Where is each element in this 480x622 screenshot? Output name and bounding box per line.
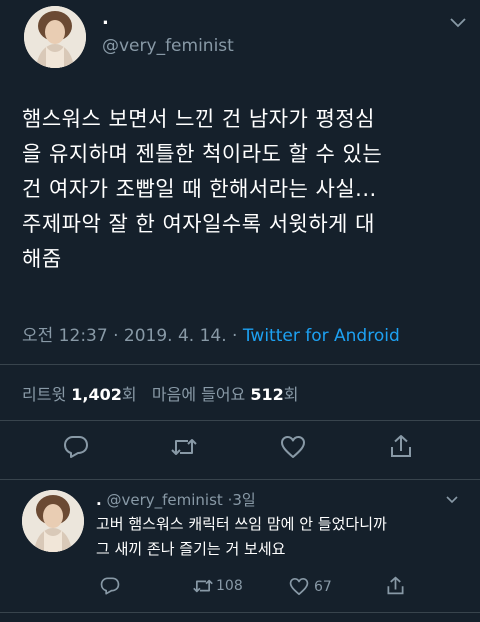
retweets-label: 리트윗	[22, 385, 67, 404]
tweet-text-line: 햄스워스 보면서 느낀 건 남자가 평정심	[22, 107, 375, 131]
reply-age[interactable]: 3일	[232, 491, 255, 509]
reply-avatar[interactable]	[22, 490, 84, 552]
reply-retweet[interactable]: 108	[192, 576, 243, 596]
tweet-meta: 오전 12:37 · 2019. 4. 14. · Twitter for An…	[22, 321, 400, 346]
chevron-down-icon[interactable]	[446, 496, 458, 504]
reply-like[interactable]: 67	[289, 577, 332, 596]
chevron-down-icon[interactable]	[450, 18, 466, 28]
like-count: 67	[314, 578, 332, 595]
retweets-unit: 회	[121, 385, 137, 404]
retweets-stat[interactable]: 리트윗 1,402회	[22, 385, 142, 404]
like-icon	[289, 577, 309, 596]
likes-count: 512	[250, 385, 284, 404]
like-icon[interactable]	[280, 435, 306, 459]
meta-separator: ·	[113, 326, 119, 346]
meta-separator: ·	[232, 326, 238, 346]
reply-text: 고버 햄스워스 캐릭터 쓰임 맘에 안 들었다니까 그 새끼 존나 즐기는 거 …	[96, 512, 472, 562]
divider	[0, 420, 480, 421]
tweet-text-line: 건 여자가 조빱일 때 한해서라는 사실...	[22, 177, 377, 201]
engagement-stats: 리트윗 1,402회 마음에 들어요 512회	[22, 381, 299, 405]
main-avatar[interactable]	[24, 6, 86, 68]
tweet-date[interactable]: 2019. 4. 14.	[124, 326, 227, 346]
likes-unit: 회	[283, 385, 299, 404]
main-display-name: .	[102, 8, 109, 29]
reply-icon[interactable]	[100, 576, 120, 596]
share-icon[interactable]	[386, 575, 405, 596]
reply-text-line: 고버 햄스워스 캐릭터 쓰임 맘에 안 들었다니까	[96, 515, 387, 533]
reply-display-name: .	[96, 491, 102, 509]
tweet-source[interactable]: Twitter for Android	[243, 326, 400, 346]
retweets-count: 1,402	[71, 385, 122, 404]
retweet-count: 108	[216, 578, 243, 594]
share-icon[interactable]	[389, 433, 413, 459]
divider	[0, 479, 480, 480]
tweet-text-line: 해줌	[22, 247, 62, 271]
tweet-time[interactable]: 오전 12:37	[22, 326, 108, 346]
divider	[0, 612, 480, 613]
reply-header: . @very_feminist ·3일	[96, 489, 256, 510]
reply-icon[interactable]	[63, 434, 89, 460]
likes-label: 마음에 들어요	[151, 385, 246, 404]
tweet-text-line: 주제파악 잘 한 여자일수록 서윗하게 대	[22, 212, 375, 236]
retweet-icon	[192, 576, 214, 596]
tweet-text-line: 을 유지하며 젠틀한 척이라도 할 수 있는	[22, 142, 383, 166]
reply-text-line: 그 새끼 존나 즐기는 거 보세요	[96, 540, 286, 558]
main-tweet-text: 햄스워스 보면서 느낀 건 남자가 평정심 을 유지하며 젠틀한 척이라도 할 …	[22, 102, 472, 277]
retweet-icon[interactable]	[170, 434, 198, 460]
likes-stat[interactable]: 마음에 들어요 512회	[152, 385, 299, 404]
main-handle[interactable]: @very_feminist	[102, 36, 234, 56]
reply-handle[interactable]: @very_feminist	[106, 491, 222, 509]
divider	[0, 364, 480, 365]
